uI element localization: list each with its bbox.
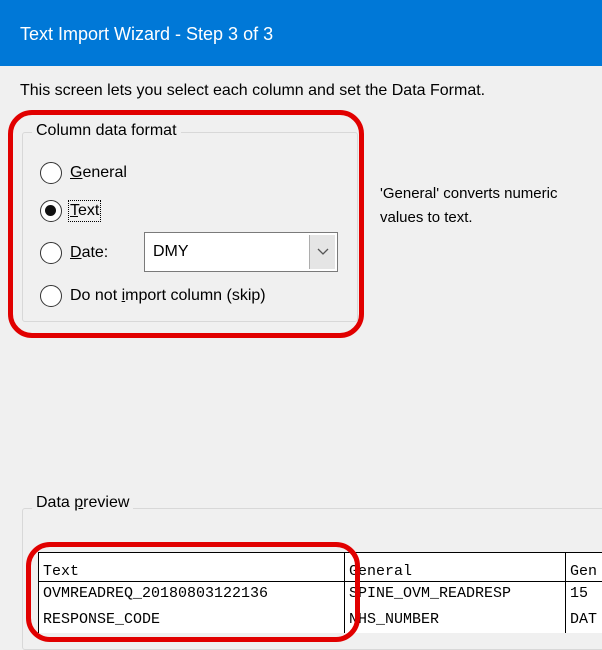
radio-date[interactable]: Date: [40, 242, 108, 264]
data-preview-legend: Data preview [32, 494, 134, 512]
radio-text-label: Text [67, 200, 102, 222]
date-format-value: DMY [153, 243, 189, 260]
column-format-legend: Column data format [32, 122, 181, 140]
window-title: Text Import Wizard - Step 3 of 3 [20, 24, 274, 44]
radio-general[interactable]: General [40, 162, 127, 184]
header-underline [39, 581, 344, 582]
preview-column-1[interactable]: Text OVMREADREQ_20180803122136 RESPONSE_… [39, 553, 344, 633]
radio-skip[interactable]: Do not import column (skip) [40, 285, 266, 307]
preview-column-header: General [349, 563, 413, 580]
preview-column-header: Text [43, 563, 80, 580]
preview-cell: DAT [570, 611, 598, 628]
radio-text[interactable]: Text [40, 200, 102, 222]
radio-skip-label: Do not import column (skip) [70, 287, 266, 304]
preview-cell: NHS_NUMBER [349, 611, 440, 628]
radio-general-label: General [70, 164, 127, 181]
radio-general-circle[interactable] [40, 162, 62, 184]
date-format-select[interactable]: DMY [144, 232, 338, 272]
preview-column-header: Gen [570, 563, 598, 580]
preview-cell: RESPONSE_CODE [43, 611, 161, 628]
title-bar: Text Import Wizard - Step 3 of 3 [0, 0, 602, 66]
radio-skip-circle[interactable] [40, 285, 62, 307]
radio-date-circle[interactable] [40, 242, 62, 264]
header-underline [345, 581, 565, 582]
header-underline [566, 581, 602, 582]
radio-date-label: Date: [70, 244, 109, 261]
radio-text-circle[interactable] [40, 200, 62, 222]
preview-cell: SPINE_OVM_READRESP [349, 585, 512, 602]
preview-cell: 15 [570, 585, 589, 602]
data-preview-grid[interactable]: Text OVMREADREQ_20180803122136 RESPONSE_… [38, 552, 602, 633]
instructions-text: This screen lets you select each column … [20, 82, 486, 99]
chevron-down-icon[interactable] [309, 235, 335, 269]
format-description: 'General' converts numeric values to tex… [380, 182, 602, 230]
preview-column-3[interactable]: Gen 15 DAT [566, 553, 602, 633]
description-line-2: values to text. [380, 209, 473, 226]
preview-column-2[interactable]: General SPINE_OVM_READRESP NHS_NUMBER [345, 553, 565, 633]
description-line-1: 'General' converts numeric [380, 185, 558, 202]
preview-cell: OVMREADREQ_20180803122136 [43, 585, 269, 602]
